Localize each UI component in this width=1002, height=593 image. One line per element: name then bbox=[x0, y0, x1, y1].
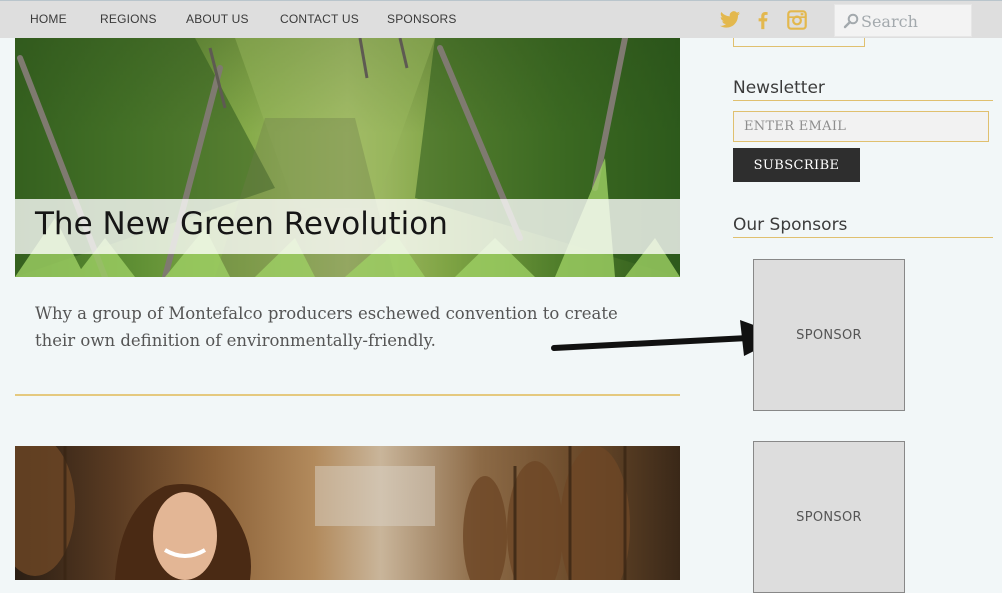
twitter-icon[interactable] bbox=[719, 9, 741, 31]
nav-item-regions[interactable]: REGIONS bbox=[100, 12, 157, 26]
nav-item-home[interactable]: HOME bbox=[30, 12, 67, 26]
arrow-annotation bbox=[551, 320, 784, 356]
subscribe-button[interactable]: SUBSCRIBE bbox=[733, 148, 860, 182]
article-hero-image-winery[interactable] bbox=[15, 446, 680, 580]
sponsor-ad-slot[interactable]: SPONSOR bbox=[753, 441, 905, 593]
nav-item-about-us[interactable]: ABOUT US bbox=[186, 12, 249, 26]
nav-item-sponsors[interactable]: SPONSORS bbox=[387, 12, 457, 26]
sidebar-top-button-edge[interactable] bbox=[733, 38, 865, 47]
facebook-icon[interactable] bbox=[752, 9, 774, 31]
sponsor-ad-slot[interactable]: SPONSOR bbox=[753, 259, 905, 411]
search-icon[interactable] bbox=[843, 13, 859, 29]
article-divider bbox=[15, 394, 680, 396]
instagram-icon[interactable] bbox=[786, 9, 808, 31]
nav-item-contact-us[interactable]: CONTACT US bbox=[280, 12, 359, 26]
newsletter-heading: Newsletter bbox=[733, 78, 993, 101]
search-input[interactable] bbox=[861, 9, 967, 33]
search-box bbox=[834, 4, 972, 37]
article-title[interactable]: The New Green Revolution bbox=[35, 206, 448, 242]
top-navigation-bar: HOME REGIONS ABOUT US CONTACT US SPONSOR… bbox=[0, 0, 1002, 38]
email-field[interactable] bbox=[733, 111, 989, 142]
sponsors-heading: Our Sponsors bbox=[733, 215, 993, 238]
